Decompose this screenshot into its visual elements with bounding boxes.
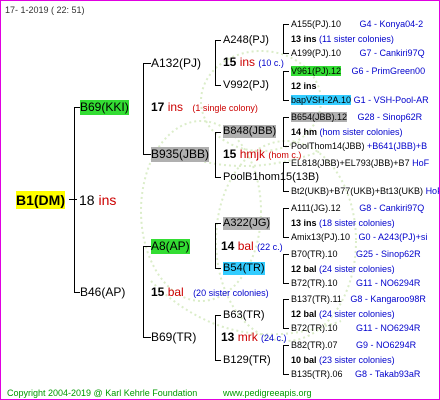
root-year: 18 ins: [79, 192, 117, 208]
g4-row[interactable]: A199(PJ).10 G7 - Cankiri97Q: [291, 47, 425, 60]
g4-row[interactable]: Bt2(UKB)+B77(UKB)+Bt13(UKB) HoF: [291, 185, 439, 198]
sire-year: 17 ins (1 single colony): [151, 100, 258, 114]
g3-node-b848[interactable]: B848(JBB): [223, 125, 277, 138]
g2-a8-year: 14 bal (22 c.): [221, 239, 283, 253]
g4-row[interactable]: B72(TR).10 G11 - NO6294R: [291, 277, 420, 290]
g4-row[interactable]: B72(TR).10 G11 - NO6294R: [291, 322, 420, 335]
g3-a132-year: 15 ins (10 c.): [223, 55, 284, 69]
g2-node-b935[interactable]: B935(JBB): [151, 147, 210, 162]
g3-node-b129[interactable]: B129(TR): [223, 354, 271, 367]
g4-row[interactable]: PoolThom14(JBB) +B641(JBB)+B: [291, 140, 427, 153]
g4-row[interactable]: A111(JG).12 G8 - Cankiri97Q: [291, 202, 424, 215]
g4-row[interactable]: V961(PJ).12 G6 - PrimGreen00: [291, 65, 425, 78]
g2-node-a132[interactable]: A132(PJ): [151, 56, 201, 71]
g3-node-b63[interactable]: B63(TR): [223, 309, 265, 322]
g4-row: 12 bal (24 sister colonies): [291, 309, 395, 319]
g4-row: 14 hm (hom sister colonies): [291, 127, 403, 137]
g4-row[interactable]: B137(TR).11 G8 - Kangaroo98R: [291, 293, 426, 306]
g4-row: 12 ins: [291, 81, 317, 91]
g4-row: 13 ins (11 sister colonies): [291, 34, 394, 44]
dam-node[interactable]: B46(AP): [80, 285, 125, 300]
g3-node-poolb1[interactable]: PoolB1hom15(13B): [223, 171, 319, 184]
g3-node-a322[interactable]: A322(JG): [223, 217, 271, 230]
g4-row[interactable]: A155(PJ).10 G4 - Konya04-2: [291, 18, 423, 31]
g3-b935-year: 15 hmjk (hom c.): [223, 147, 302, 161]
g4-row: 12 bal (24 sister colonies): [291, 264, 395, 274]
g2-node-a8[interactable]: A8(AP): [151, 239, 190, 254]
g3-node-b54[interactable]: B54(TR): [223, 262, 265, 275]
site-link[interactable]: www.pedigreeapis.org: [223, 387, 312, 399]
g3-node-a248[interactable]: A248(PJ): [223, 34, 269, 47]
pedigree-frame: 17- 1-2019 ( 22: 51) Copyright 2004-2019…: [0, 0, 440, 400]
dam-year: 15 bal (20 sister colonies): [151, 285, 269, 299]
root-queen[interactable]: B1(DM): [16, 191, 65, 209]
g4-row[interactable]: EL818(JBB)+EL793(JBB)+B7 HoF: [291, 157, 429, 170]
g4-row: 10 bal (23 sister colonies): [291, 355, 395, 365]
g4-row[interactable]: bapVSH-2A.10 G1 - VSH-Pool-AR: [291, 94, 429, 107]
g4-row[interactable]: B70(TR).10 G25 - Sinop62R: [291, 248, 421, 261]
copyright-text: Copyright 2004-2019 @ Karl Kehrle Founda…: [7, 388, 198, 398]
g3-node-v992[interactable]: V992(PJ): [223, 79, 269, 92]
g4-row[interactable]: B654(JBB).12 G28 - Sinop62R: [291, 111, 422, 124]
date-stamp: 17- 1-2019 ( 22: 51): [5, 5, 85, 15]
g4-row[interactable]: Amix13(PJ).10 G0 - A243(PJ)+si: [291, 231, 427, 244]
g4-row: 13 ins (18 sister colonies): [291, 218, 395, 228]
g4-row[interactable]: B82(TR).07 G9 - NO6294R: [291, 339, 416, 352]
sire-node[interactable]: B69(KKI): [80, 100, 129, 115]
g2-node-b69tr[interactable]: B69(TR): [151, 330, 196, 345]
g2-b69tr-year: 13 mrk (24 c.): [221, 330, 287, 344]
g4-row[interactable]: B135(TR).06 G8 - Takab93aR: [291, 368, 420, 381]
